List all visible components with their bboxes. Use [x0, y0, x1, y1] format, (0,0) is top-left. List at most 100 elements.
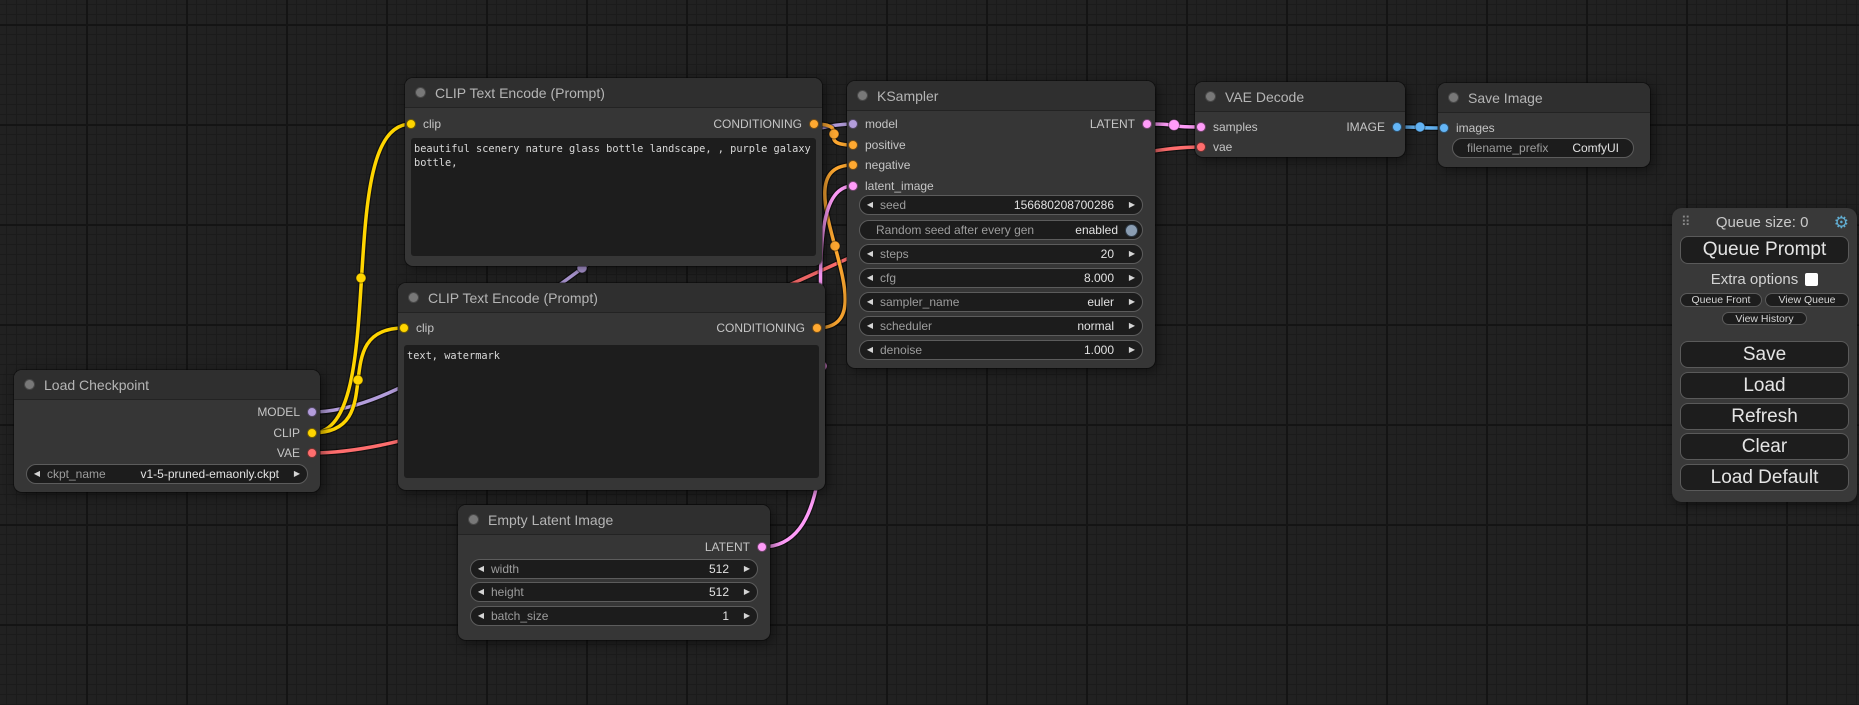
node-collapse-dot[interactable]: [408, 292, 419, 303]
port-dot-positive[interactable]: [848, 140, 858, 150]
port-dot-image[interactable]: [1392, 122, 1402, 132]
widget-steps[interactable]: ◀ steps 20 ▶: [859, 244, 1143, 264]
node-title-bar[interactable]: KSampler: [847, 81, 1155, 111]
widget-height[interactable]: ◀ height 512 ▶: [470, 582, 758, 602]
load-button[interactable]: Load: [1680, 372, 1849, 399]
widget-value: 1.000: [1084, 343, 1114, 357]
port-dot-negative[interactable]: [848, 160, 858, 170]
widget-sampler-name[interactable]: ◀ sampler_name euler ▶: [859, 292, 1143, 312]
node-title: VAE Decode: [1225, 89, 1304, 105]
decrement-arrow-icon[interactable]: ◀: [860, 268, 880, 288]
decrement-arrow-icon[interactable]: ◀: [860, 195, 880, 215]
widget-value: ComfyUI: [1572, 141, 1619, 155]
view-history-button[interactable]: View History: [1722, 312, 1807, 325]
widget-scheduler[interactable]: ◀ scheduler normal ▶: [859, 316, 1143, 336]
node-vae-decode[interactable]: VAE Decode samples vae IMAGE: [1195, 82, 1405, 157]
prompt-textarea[interactable]: text, watermark: [404, 345, 819, 478]
widget-seed[interactable]: ◀ seed 156680208700286 ▶: [859, 195, 1143, 215]
link-center-dot-cond-positive[interactable]: [829, 129, 839, 139]
node-collapse-dot[interactable]: [468, 514, 479, 525]
port-dot-model[interactable]: [307, 407, 317, 417]
port-dot-conditioning[interactable]: [812, 323, 822, 333]
decrement-arrow-icon[interactable]: ◀: [860, 244, 880, 264]
queue-front-button[interactable]: Queue Front: [1680, 293, 1762, 307]
widget-width[interactable]: ◀ width 512 ▶: [470, 559, 758, 579]
decrement-arrow-icon[interactable]: ◀: [860, 316, 880, 336]
port-dot-latent[interactable]: [757, 542, 767, 552]
save-button[interactable]: Save: [1680, 341, 1849, 368]
node-clip-text-encode-negative[interactable]: CLIP Text Encode (Prompt) clip CONDITION…: [398, 283, 825, 490]
clear-button[interactable]: Clear: [1680, 433, 1849, 460]
increment-arrow-icon[interactable]: ▶: [1122, 244, 1142, 264]
increment-arrow-icon[interactable]: ▶: [1122, 268, 1142, 288]
link-center-dot-clip-positive[interactable]: [356, 273, 366, 283]
output-port-conditioning: CONDITIONING: [716, 318, 822, 338]
node-empty-latent-image[interactable]: Empty Latent Image LATENT ◀ width 512 ▶ …: [458, 505, 770, 640]
node-load-checkpoint[interactable]: Load Checkpoint MODEL CLIP VAE ◀ ckpt_na…: [14, 370, 320, 492]
port-dot-latent[interactable]: [1142, 119, 1152, 129]
view-queue-button[interactable]: View Queue: [1765, 293, 1849, 307]
increment-arrow-icon[interactable]: ▶: [737, 582, 757, 602]
decrement-arrow-icon[interactable]: ◀: [860, 340, 880, 360]
gear-icon[interactable]: ⚙: [1834, 214, 1849, 231]
decrement-arrow-icon[interactable]: ◀: [471, 582, 491, 602]
widget-ckpt-name[interactable]: ◀ ckpt_name v1-5-pruned-emaonly.ckpt ▶: [26, 464, 308, 484]
increment-arrow-icon[interactable]: ▶: [737, 606, 757, 626]
link-center-dot-cond-negative[interactable]: [830, 241, 840, 251]
node-title-bar[interactable]: Load Checkpoint: [14, 370, 320, 400]
decrement-arrow-icon[interactable]: ◀: [471, 606, 491, 626]
node-collapse-dot[interactable]: [415, 87, 426, 98]
port-dot-clip[interactable]: [406, 119, 416, 129]
increment-arrow-icon[interactable]: ▶: [1122, 195, 1142, 215]
widget-random-seed-toggle[interactable]: Random seed after every gen enabled: [859, 220, 1143, 240]
increment-arrow-icon[interactable]: ▶: [1122, 292, 1142, 312]
node-title-bar[interactable]: CLIP Text Encode (Prompt): [405, 78, 822, 108]
port-dot-model[interactable]: [848, 119, 858, 129]
link-center-dot-latent-samples[interactable]: [1169, 120, 1180, 131]
widget-label: Random seed after every gen: [876, 223, 1034, 237]
prompt-textarea[interactable]: beautiful scenery nature glass bottle la…: [411, 138, 816, 256]
widget-denoise[interactable]: ◀ denoise 1.000 ▶: [859, 340, 1143, 360]
node-title-bar[interactable]: VAE Decode: [1195, 82, 1405, 112]
node-clip-text-encode-positive[interactable]: CLIP Text Encode (Prompt) clip CONDITION…: [405, 78, 822, 266]
node-ksampler[interactable]: KSampler model positive negative latent_…: [847, 81, 1155, 368]
node-title-bar[interactable]: Empty Latent Image: [458, 505, 770, 535]
node-collapse-dot[interactable]: [1448, 92, 1459, 103]
widget-cfg[interactable]: ◀ cfg 8.000 ▶: [859, 268, 1143, 288]
port-dot-vae[interactable]: [1196, 142, 1206, 152]
port-dot-clip[interactable]: [307, 428, 317, 438]
toggle-dot[interactable]: [1125, 224, 1138, 237]
port-dot-vae[interactable]: [307, 448, 317, 458]
input-port-latent-image: latent_image: [848, 176, 934, 196]
port-dot-conditioning[interactable]: [809, 119, 819, 129]
increment-arrow-icon[interactable]: ▶: [287, 464, 307, 484]
link-center-dot-image[interactable]: [1415, 122, 1425, 132]
node-collapse-dot[interactable]: [857, 90, 868, 101]
port-dot-images[interactable]: [1439, 123, 1449, 133]
node-title-bar[interactable]: CLIP Text Encode (Prompt): [398, 283, 825, 313]
queue-panel[interactable]: ⠿ Queue size: 0 ⚙ Queue Prompt Extra opt…: [1672, 208, 1857, 502]
increment-arrow-icon[interactable]: ▶: [1122, 316, 1142, 336]
node-collapse-dot[interactable]: [1205, 91, 1216, 102]
widget-filename-prefix[interactable]: filename_prefix ComfyUI: [1452, 138, 1634, 158]
queue-prompt-button[interactable]: Queue Prompt: [1680, 236, 1849, 264]
port-dot-latent-image[interactable]: [848, 181, 858, 191]
widget-batch-size[interactable]: ◀ batch_size 1 ▶: [470, 606, 758, 626]
node-save-image[interactable]: Save Image images filename_prefix ComfyU…: [1438, 83, 1650, 167]
port-label: LATENT: [705, 540, 750, 554]
refresh-button[interactable]: Refresh: [1680, 403, 1849, 430]
decrement-arrow-icon[interactable]: ◀: [27, 464, 47, 484]
extra-options-checkbox[interactable]: [1805, 273, 1818, 286]
node-collapse-dot[interactable]: [24, 379, 35, 390]
node-canvas[interactable]: Load Checkpoint MODEL CLIP VAE ◀ ckpt_na…: [0, 0, 1859, 705]
increment-arrow-icon[interactable]: ▶: [1122, 340, 1142, 360]
load-default-button[interactable]: Load Default: [1680, 464, 1849, 491]
port-dot-samples[interactable]: [1196, 122, 1206, 132]
link-center-dot-clip-negative[interactable]: [353, 375, 363, 385]
port-dot-clip[interactable]: [399, 323, 409, 333]
drag-handle-icon[interactable]: ⠿: [1681, 214, 1691, 230]
node-title-bar[interactable]: Save Image: [1438, 83, 1650, 113]
decrement-arrow-icon[interactable]: ◀: [860, 292, 880, 312]
decrement-arrow-icon[interactable]: ◀: [471, 559, 491, 579]
increment-arrow-icon[interactable]: ▶: [737, 559, 757, 579]
